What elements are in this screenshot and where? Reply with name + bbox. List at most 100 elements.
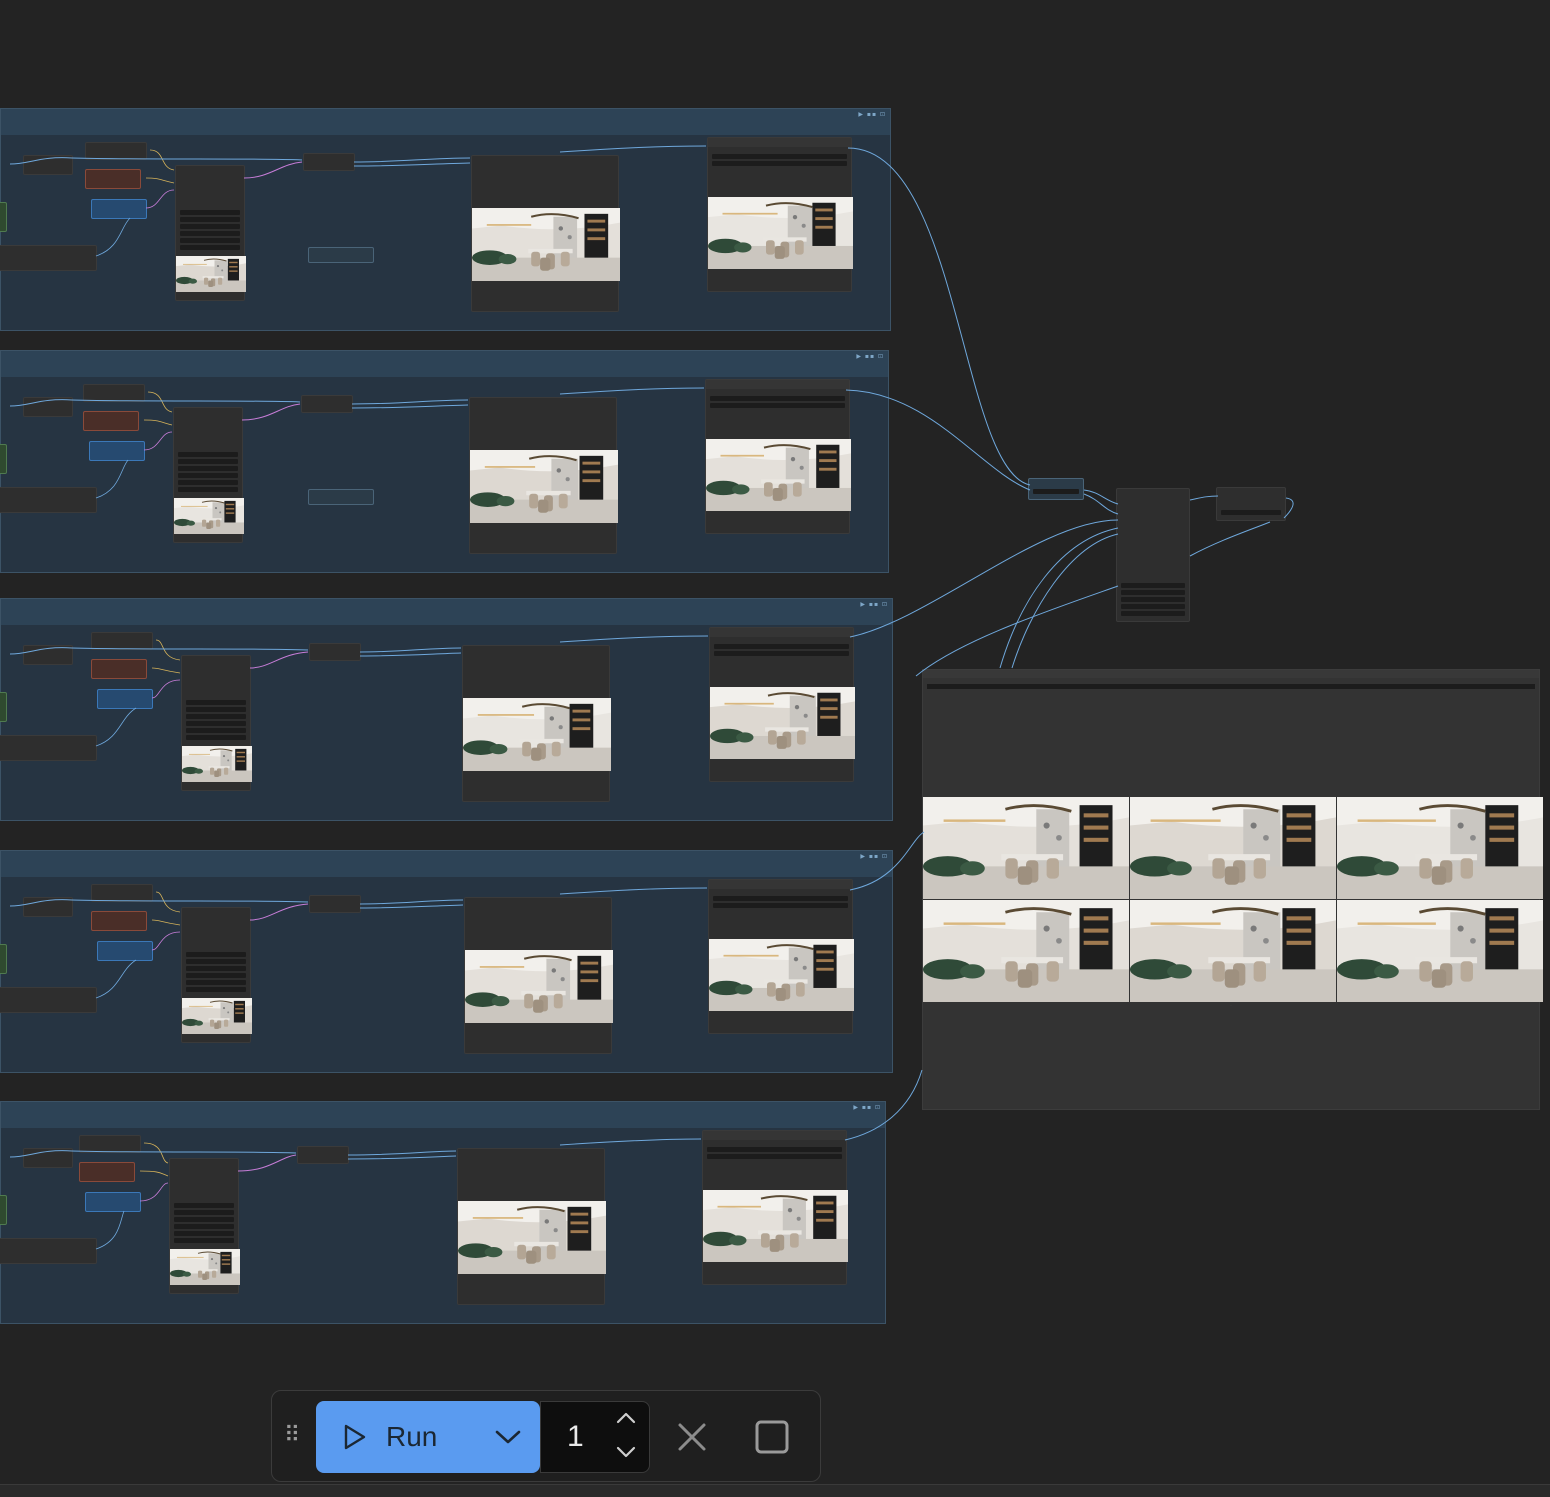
group-header[interactable]: ▶ ▪▪ ⊡ (1, 851, 892, 877)
text-node[interactable] (91, 632, 153, 650)
node-widget[interactable] (712, 154, 847, 159)
stop-button[interactable] (752, 1417, 792, 1457)
image-preview-node[interactable] (469, 397, 618, 554)
loader-node[interactable] (23, 897, 73, 917)
drag-handle-icon[interactable]: ⠿ (284, 1421, 300, 1451)
save-image-node[interactable] (705, 379, 851, 534)
group-controls-icon[interactable]: ▶ ▪▪ ⊡ (858, 111, 886, 118)
ksampler-node[interactable] (181, 907, 252, 1043)
chevron-up-icon[interactable] (615, 1410, 637, 1426)
node-widget[interactable] (180, 231, 240, 236)
group-controls-icon[interactable]: ▶ ▪▪ ⊡ (860, 601, 888, 608)
negative-prompt-node[interactable] (91, 911, 147, 931)
node-widget[interactable] (186, 973, 246, 978)
positive-prompt-node[interactable] (89, 441, 145, 461)
node-widget[interactable] (178, 452, 238, 457)
run-button[interactable]: Run (316, 1401, 476, 1473)
text-node[interactable] (91, 884, 153, 902)
batch-count-input[interactable]: 1 (540, 1401, 650, 1473)
group-controls-icon[interactable]: ▶ ▪▪ ⊡ (856, 353, 884, 360)
node-widget[interactable] (174, 1217, 234, 1222)
node-widget[interactable] (1221, 510, 1281, 515)
node-widget[interactable] (180, 238, 240, 243)
positive-prompt-node[interactable] (85, 1192, 141, 1212)
node-widget[interactable] (178, 473, 238, 478)
model-loader-node[interactable] (0, 692, 7, 722)
node-group[interactable]: ▶ ▪▪ ⊡ (0, 350, 889, 573)
vae-decode-node[interactable] (297, 1146, 349, 1164)
node-group[interactable]: ▶ ▪▪ ⊡ (0, 850, 893, 1073)
model-loader-node[interactable] (0, 944, 7, 974)
node-widget[interactable] (186, 721, 246, 726)
save-image-node[interactable] (708, 879, 854, 1034)
image-grid-preview-node[interactable]: · (922, 669, 1543, 1110)
image-preview-node[interactable] (471, 155, 620, 312)
model-loader-node[interactable] (0, 202, 7, 232)
node-widget[interactable] (186, 728, 246, 733)
node-title-bar[interactable] (923, 670, 1539, 678)
ksampler-node[interactable] (173, 407, 244, 543)
node-widget[interactable] (186, 952, 246, 957)
node-widget[interactable] (1121, 583, 1185, 588)
node-widget[interactable] (174, 1224, 234, 1229)
node-widget[interactable] (714, 651, 849, 656)
loader-node[interactable] (23, 155, 73, 175)
node-widget[interactable] (174, 1203, 234, 1208)
group-header[interactable]: ▶ ▪▪ ⊡ (1, 351, 888, 377)
node-widget[interactable] (180, 245, 240, 250)
node-widget[interactable] (713, 903, 848, 908)
node-widget[interactable] (710, 396, 845, 401)
text-node[interactable] (79, 1135, 141, 1153)
chevron-down-icon[interactable] (615, 1444, 637, 1460)
negative-prompt-node[interactable] (91, 659, 147, 679)
node-group[interactable]: ▶ ▪▪ ⊡ (0, 108, 891, 331)
text-node[interactable] (83, 384, 145, 402)
node-widget[interactable] (186, 700, 246, 705)
vae-decode-node[interactable] (309, 895, 361, 913)
group-header[interactable]: ▶ ▪▪ ⊡ (1, 1102, 885, 1128)
save-output-node[interactable] (1216, 487, 1286, 521)
node-widget[interactable] (1033, 489, 1079, 494)
node-widget[interactable] (714, 644, 849, 649)
node-widget[interactable] (1121, 611, 1185, 616)
node-widget[interactable] (1121, 590, 1185, 595)
ksampler-node[interactable] (169, 1158, 240, 1294)
node-widget[interactable] (186, 714, 246, 719)
node-widget[interactable] (178, 480, 238, 485)
image-preview-node[interactable] (464, 897, 613, 1054)
image-loader-node[interactable] (0, 735, 97, 761)
node-widget[interactable] (713, 896, 848, 901)
node-title[interactable] (710, 628, 853, 637)
image-loader-node[interactable] (0, 245, 97, 271)
model-loader-node[interactable] (0, 444, 7, 474)
save-image-node[interactable] (707, 137, 853, 292)
image-combine-node[interactable] (1116, 488, 1190, 622)
ksampler-node[interactable] (181, 655, 252, 791)
node-widget[interactable] (186, 966, 246, 971)
group-controls-icon[interactable]: ▶ ▪▪ ⊡ (860, 853, 888, 860)
node-widget[interactable] (178, 487, 238, 492)
node-widget[interactable] (927, 684, 1535, 689)
save-image-node[interactable] (702, 1130, 848, 1285)
node-widget[interactable] (186, 987, 246, 992)
node-widget[interactable] (707, 1147, 842, 1152)
node-widget[interactable] (186, 959, 246, 964)
group-controls-icon[interactable]: ▶ ▪▪ ⊡ (853, 1104, 881, 1111)
note-node[interactable] (308, 489, 374, 505)
group-header[interactable]: ▶ ▪▪ ⊡ (1, 109, 890, 135)
loader-node[interactable] (23, 1148, 73, 1168)
run-mode-dropdown[interactable] (476, 1401, 540, 1473)
image-loader-node[interactable] (0, 1238, 97, 1264)
image-loader-node[interactable] (0, 487, 97, 513)
node-widget[interactable] (178, 459, 238, 464)
ksampler-node[interactable] (175, 165, 246, 301)
node-widget[interactable] (1121, 597, 1185, 602)
node-widget[interactable] (180, 217, 240, 222)
negative-prompt-node[interactable] (83, 411, 139, 431)
node-widget[interactable] (710, 403, 845, 408)
text-node[interactable] (85, 142, 147, 160)
node-title[interactable] (703, 1131, 846, 1140)
batch-count-stepper[interactable] (611, 1408, 641, 1466)
node-widget[interactable] (180, 224, 240, 229)
negative-prompt-node[interactable] (79, 1162, 135, 1182)
